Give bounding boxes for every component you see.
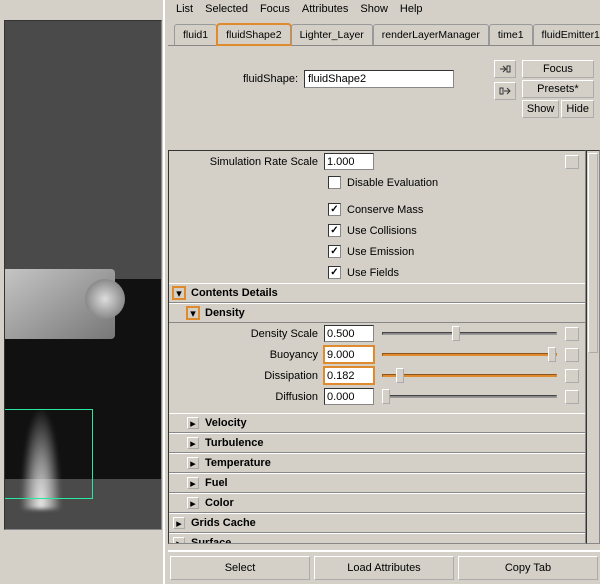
chevron-down-icon[interactable]: ▾ (187, 307, 199, 319)
node-name-input[interactable] (304, 70, 454, 88)
dissipation-slider[interactable] (382, 367, 557, 384)
density-scale-input[interactable] (324, 325, 374, 342)
use-fields-checkbox[interactable] (328, 266, 341, 279)
buoyancy-slider[interactable] (382, 346, 557, 363)
section-velocity[interactable]: ▸ Velocity (169, 413, 585, 433)
chevron-right-icon[interactable]: ▸ (173, 537, 185, 544)
copy-tab-button[interactable]: Copy Tab (458, 556, 598, 580)
fluid-container-gizmo[interactable] (4, 409, 93, 499)
conserve-mass-checkbox[interactable] (328, 203, 341, 216)
chevron-right-icon[interactable]: ▸ (187, 437, 199, 449)
section-grids-cache[interactable]: ▸ Grids Cache (169, 513, 585, 533)
focus-button[interactable]: Focus (522, 60, 594, 78)
tab-fluidemitter1[interactable]: fluidEmitter1 (533, 24, 600, 45)
chevron-down-icon[interactable]: ▾ (173, 287, 185, 299)
conserve-mass-label: Conserve Mass (347, 204, 423, 216)
use-emission-label: Use Emission (347, 246, 414, 258)
use-collisions-label: Use Collisions (347, 225, 417, 237)
buoyancy-label: Buoyancy (169, 349, 324, 361)
diffusion-input[interactable] (324, 388, 374, 405)
chevron-right-icon[interactable]: ▸ (187, 497, 199, 509)
hide-button[interactable]: Hide (561, 100, 594, 118)
dissipation-lock-icon[interactable] (565, 369, 579, 383)
chevron-right-icon[interactable]: ▸ (187, 457, 199, 469)
sim-rate-lock-icon[interactable] (565, 155, 579, 169)
use-fields-label: Use Fields (347, 267, 399, 279)
select-button[interactable]: Select (170, 556, 310, 580)
section-surface[interactable]: ▸ Surface (169, 533, 585, 544)
section-contents-details[interactable]: ▾ Contents Details (169, 283, 585, 303)
buoyancy-lock-icon[interactable] (565, 348, 579, 362)
use-collisions-checkbox[interactable] (328, 224, 341, 237)
buoyancy-input[interactable] (324, 346, 374, 363)
diffusion-slider[interactable] (382, 388, 557, 405)
tab-time1[interactable]: time1 (489, 24, 533, 45)
density-scale-label: Density Scale (169, 328, 324, 340)
section-temperature[interactable]: ▸ Temperature (169, 453, 585, 473)
show-button[interactable]: Show (522, 100, 560, 118)
menu-focus[interactable]: Focus (260, 3, 290, 17)
menu-list[interactable]: List (176, 3, 193, 17)
load-attributes-button[interactable]: Load Attributes (314, 556, 454, 580)
chevron-right-icon[interactable]: ▸ (173, 517, 185, 529)
dissipation-label: Dissipation (169, 370, 324, 382)
section-density[interactable]: ▾ Density (169, 303, 585, 323)
viewport-3d[interactable] (4, 20, 162, 530)
node-tabs: fluid1 fluidShape2 Lighter_Layer renderL… (168, 20, 600, 46)
use-emission-checkbox[interactable] (328, 245, 341, 258)
menu-help[interactable]: Help (400, 3, 423, 17)
section-turbulence[interactable]: ▸ Turbulence (169, 433, 585, 453)
bottom-button-bar: Select Load Attributes Copy Tab (168, 550, 600, 584)
sim-rate-input[interactable] (324, 153, 374, 170)
go-to-output-icon[interactable] (494, 82, 516, 100)
vertical-scrollbar[interactable] (586, 150, 600, 544)
sim-rate-label: Simulation Rate Scale (169, 156, 324, 168)
tab-fluidshape2[interactable]: fluidShape2 (217, 24, 290, 45)
node-name-label: fluidShape: (174, 73, 304, 85)
density-scale-lock-icon[interactable] (565, 327, 579, 341)
viewport-panel (0, 0, 165, 584)
chevron-right-icon[interactable]: ▸ (187, 417, 199, 429)
disable-eval-checkbox[interactable] (328, 176, 341, 189)
menu-selected[interactable]: Selected (205, 3, 248, 17)
section-fuel[interactable]: ▸ Fuel (169, 473, 585, 493)
tab-renderlayermanager[interactable]: renderLayerManager (373, 24, 489, 45)
disable-eval-label: Disable Evaluation (347, 177, 438, 189)
section-color[interactable]: ▸ Color (169, 493, 585, 513)
attribute-scroll-area: Simulation Rate Scale Disable Evaluation… (168, 150, 586, 544)
chevron-right-icon[interactable]: ▸ (187, 477, 199, 489)
diffusion-label: Diffusion (169, 391, 324, 403)
node-header: fluidShape: Focus Presets* Show Hide (168, 46, 600, 128)
density-scale-slider[interactable] (382, 325, 557, 342)
tab-lighter-layer[interactable]: Lighter_Layer (291, 24, 373, 45)
menu-show[interactable]: Show (360, 3, 388, 17)
tab-fluid1[interactable]: fluid1 (174, 24, 217, 45)
menubar: List Selected Focus Attributes Show Help (168, 0, 600, 20)
menu-attributes[interactable]: Attributes (302, 3, 348, 17)
dissipation-input[interactable] (324, 367, 374, 384)
presets-button[interactable]: Presets* (522, 80, 594, 98)
go-to-input-icon[interactable] (494, 60, 516, 78)
diffusion-lock-icon[interactable] (565, 390, 579, 404)
attribute-editor: List Selected Focus Attributes Show Help… (168, 0, 600, 584)
